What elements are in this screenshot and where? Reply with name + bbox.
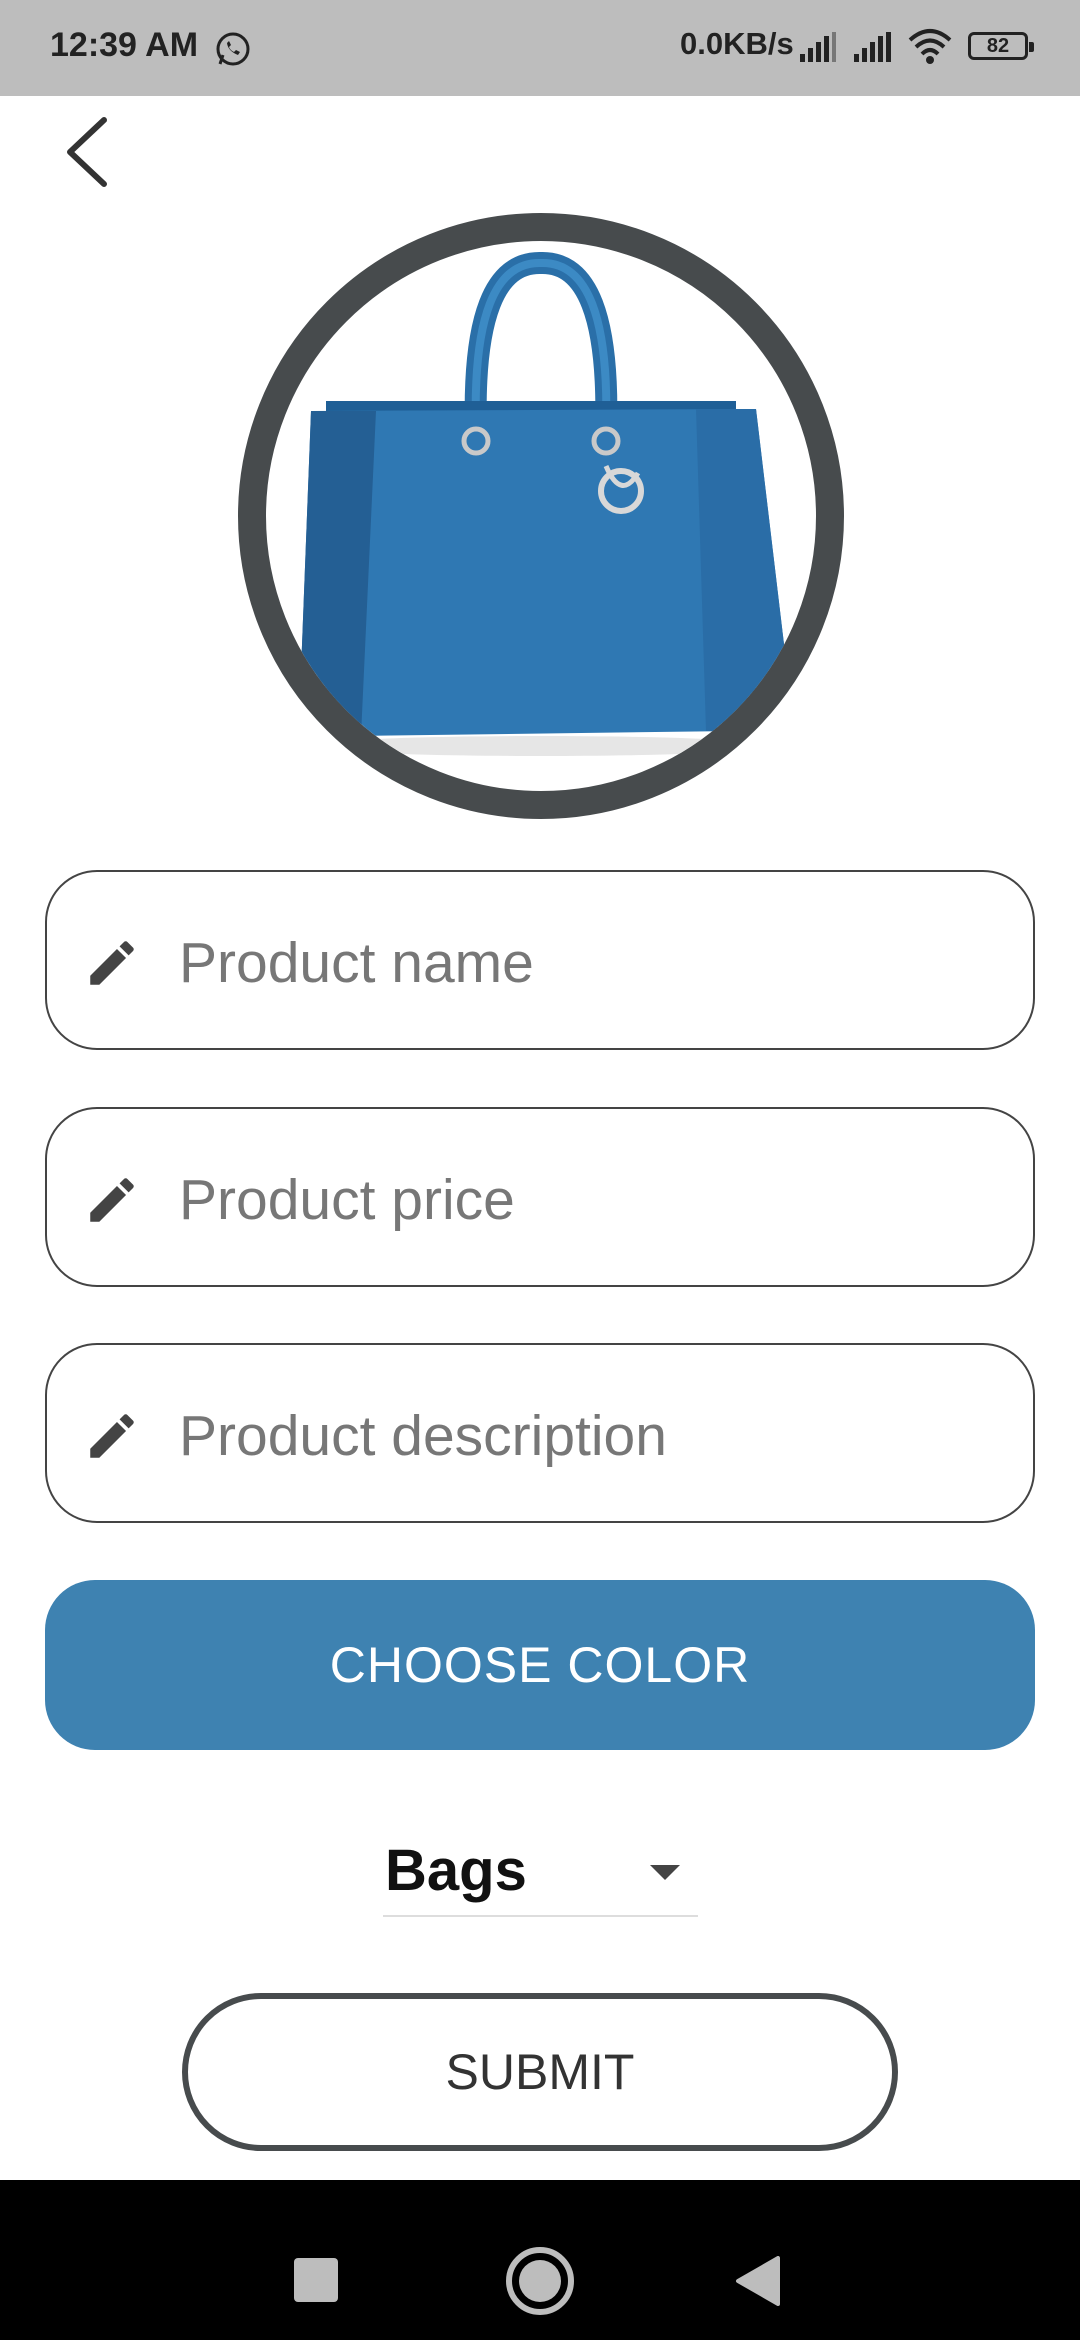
system-nav-bar xyxy=(0,2180,1080,2340)
product-price-field[interactable] xyxy=(45,1107,1035,1287)
submit-button[interactable]: SUBMIT xyxy=(182,1993,898,2151)
product-name-field[interactable] xyxy=(45,870,1035,1050)
product-image[interactable] xyxy=(238,213,844,819)
product-name-input[interactable] xyxy=(177,912,1001,1014)
battery-icon: 82 xyxy=(968,32,1034,60)
pencil-icon xyxy=(90,1414,134,1458)
home-icon[interactable] xyxy=(506,2247,574,2315)
product-description-input[interactable] xyxy=(177,1385,1001,1487)
product-description-field[interactable] xyxy=(45,1343,1035,1523)
whatsapp-icon xyxy=(216,32,250,66)
pencil-icon xyxy=(90,1178,134,1222)
chevron-left-icon[interactable] xyxy=(56,110,116,190)
recent-apps-icon[interactable] xyxy=(294,2258,338,2302)
choose-color-button[interactable]: CHOOSE COLOR xyxy=(45,1580,1035,1750)
signal-icon xyxy=(854,32,891,62)
signal-icon xyxy=(800,32,836,62)
pencil-icon xyxy=(90,941,134,985)
back-icon[interactable] xyxy=(734,2256,782,2306)
handbag-image xyxy=(300,252,786,756)
dropdown-arrow-icon xyxy=(650,1865,680,1880)
category-selected-value: Bags xyxy=(385,1838,527,1903)
category-dropdown[interactable]: Bags xyxy=(383,1835,698,1917)
wifi-icon xyxy=(908,29,952,64)
status-bar: 12:39 AM 0.0KB/s 82 xyxy=(0,0,1080,96)
status-time: 12:39 AM xyxy=(50,26,199,64)
product-price-input[interactable] xyxy=(177,1149,1001,1251)
network-speed: 0.0KB/s xyxy=(680,26,794,61)
